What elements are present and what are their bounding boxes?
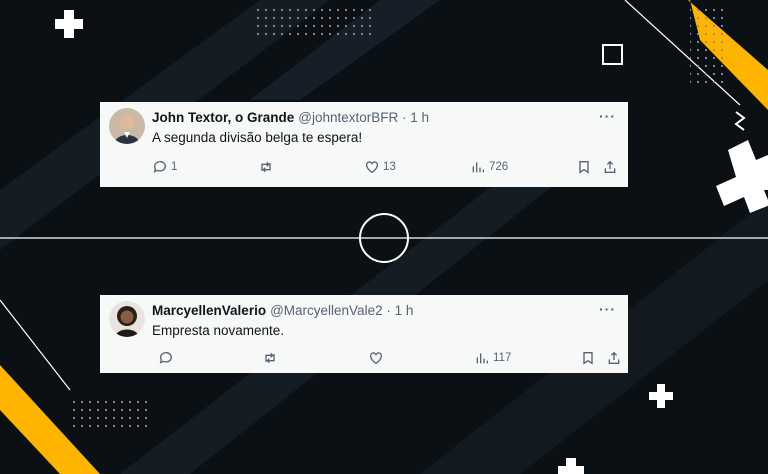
tweet-header: John Textor, o Grande @johntextorBFR · 1 … [152, 110, 429, 125]
reply-button[interactable]: 1 [152, 158, 177, 176]
avatar[interactable] [109, 301, 145, 337]
reply-button[interactable] [158, 349, 177, 367]
views-button[interactable]: 117 [474, 349, 511, 367]
author-name[interactable]: MarcyellenValerio [152, 303, 266, 318]
like-button[interactable]: 13 [364, 158, 396, 176]
tweet-card[interactable]: John Textor, o Grande @johntextorBFR · 1 … [100, 102, 628, 187]
views-count: 117 [493, 352, 512, 364]
like-button[interactable] [368, 349, 384, 367]
avatar-image [109, 301, 145, 337]
share-icon [604, 160, 616, 173]
author-name[interactable]: John Textor, o Grande [152, 110, 294, 125]
tweet-header: MarcyellenValerio @MarcyellenVale2 · 1 h [152, 303, 413, 318]
retweet-icon [261, 161, 271, 173]
avatar[interactable] [109, 108, 145, 144]
tweet-actions: 117 [152, 349, 620, 367]
handle-time[interactable]: @johntextorBFR · 1 h [298, 110, 429, 125]
decorative-background [0, 0, 768, 474]
views-button[interactable]: 726 [470, 158, 508, 176]
like-count: 13 [383, 161, 396, 173]
reply-icon [159, 352, 172, 364]
share-icon [608, 351, 620, 364]
bookmark-icon [579, 161, 589, 174]
bookmark-icon [583, 352, 593, 365]
handle-time[interactable]: @MarcyellenVale2 · 1 h [270, 303, 413, 318]
bookmark-button[interactable] [580, 349, 596, 367]
views-count: 726 [489, 161, 509, 173]
retweet-button[interactable] [262, 349, 278, 367]
tweet-text: A segunda divisão belga te espera! [152, 130, 363, 145]
more-options-icon[interactable]: ··· [599, 108, 616, 124]
views-icon [472, 162, 484, 173]
share-button[interactable] [602, 158, 618, 176]
more-options-icon[interactable]: ··· [599, 301, 616, 317]
reply-count: 1 [171, 161, 178, 173]
share-button[interactable] [606, 349, 622, 367]
tweet-text: Empresta novamente. [152, 323, 285, 338]
like-icon [366, 161, 378, 174]
views-icon [476, 353, 488, 364]
reply-icon [153, 161, 166, 173]
avatar-image [109, 108, 145, 144]
tweet-actions: 1 13 726 [152, 158, 620, 176]
tweet-card[interactable]: MarcyellenValerio @MarcyellenVale2 · 1 h … [100, 295, 628, 373]
like-icon [370, 352, 382, 365]
retweet-button[interactable] [258, 158, 274, 176]
retweet-icon [265, 352, 275, 364]
bookmark-button[interactable] [576, 158, 592, 176]
